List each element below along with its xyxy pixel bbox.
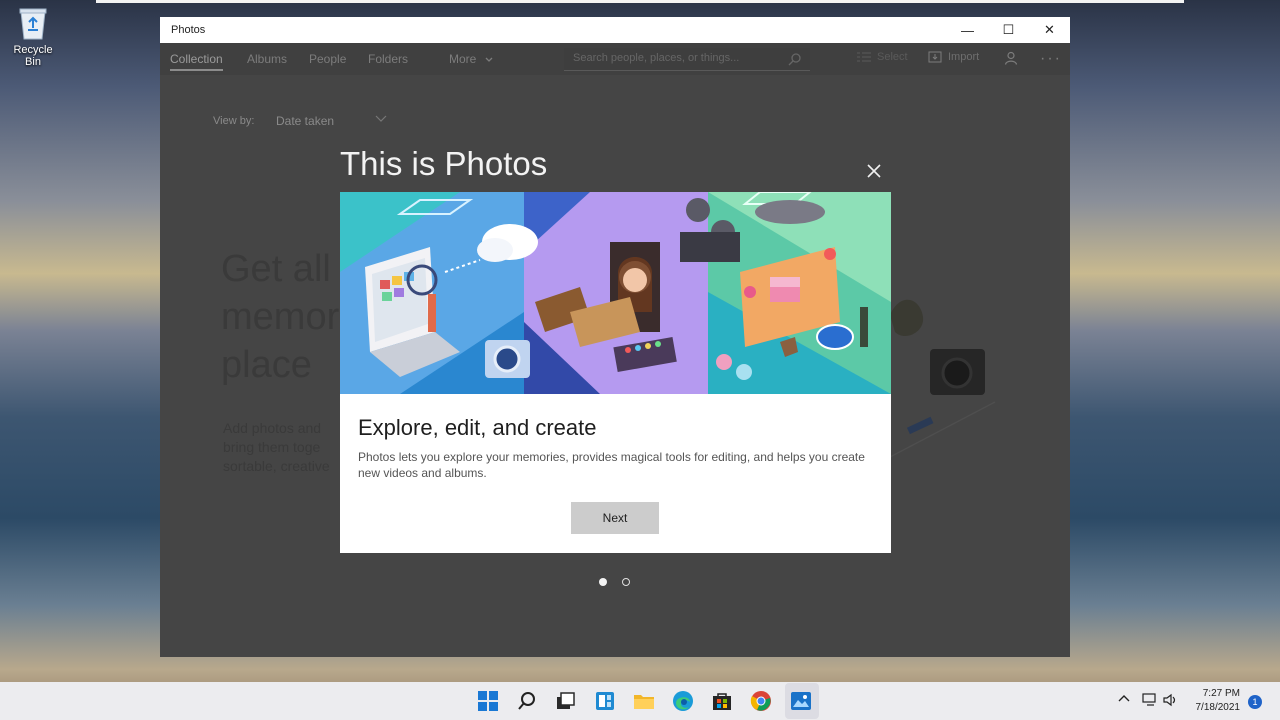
background-illustration: [889, 299, 996, 458]
welcome-dialog: Explore, edit, and create Photos lets yo…: [340, 192, 891, 553]
view-by-dropdown[interactable]: Date taken: [276, 114, 334, 128]
ellipsis-icon: ···: [1040, 50, 1062, 67]
top-strip: [96, 0, 1184, 3]
heading-line: Get all: [221, 248, 331, 290]
close-icon: ✕: [1044, 22, 1055, 37]
chrome-icon[interactable]: [749, 689, 773, 713]
system-clock[interactable]: 7:27 PM 7/18/2021: [1186, 687, 1241, 715]
search-icon: [788, 53, 801, 66]
taskbar: 7:27 PM 7/18/2021 1: [0, 682, 1280, 720]
tab-more-label: More: [449, 52, 477, 66]
select-button[interactable]: Select: [857, 51, 908, 63]
import-button[interactable]: Import: [928, 51, 979, 63]
import-label: Import: [948, 51, 980, 63]
window-title: Photos: [171, 24, 206, 36]
tab-albums[interactable]: Albums: [247, 52, 287, 66]
notification-badge[interactable]: 1: [1248, 695, 1262, 709]
minimize-icon: —: [961, 22, 974, 38]
recycle-bin-shortcut[interactable]: Recycle Bin: [4, 6, 62, 68]
recycle-bin-label: Recycle Bin: [13, 44, 53, 68]
widgets-icon[interactable]: [593, 689, 617, 713]
file-explorer-icon[interactable]: [632, 689, 656, 713]
chevron-down-icon: [485, 57, 493, 62]
maximize-icon: ☐: [1002, 22, 1015, 37]
task-view-icon[interactable]: [554, 689, 578, 713]
dialog-title: This is Photos: [340, 145, 548, 182]
title-bar: Photos — ☐ ✕: [160, 17, 1070, 43]
store-icon[interactable]: [710, 689, 734, 713]
recycle-bin-icon: [18, 6, 48, 40]
select-label: Select: [877, 51, 908, 63]
chevron-up-icon[interactable]: [1118, 693, 1130, 705]
view-by-label: View by:: [213, 115, 255, 127]
heading-line: place: [221, 344, 312, 386]
empty-state-heading: Get all memor place: [221, 245, 341, 389]
minimize-button[interactable]: —: [947, 17, 988, 43]
dialog-heading: Explore, edit, and create: [358, 415, 597, 440]
nav-bar: Collection Albums People Folders More Se…: [160, 43, 1070, 75]
search-icon[interactable]: [515, 689, 539, 713]
network-icon[interactable]: [1142, 693, 1158, 707]
person-icon: [1004, 51, 1018, 65]
dialog-body: Photos lets you explore your memories, p…: [358, 450, 865, 480]
page-indicator-active[interactable]: [599, 578, 607, 586]
tab-more[interactable]: More: [449, 52, 493, 66]
close-button[interactable]: ✕: [1029, 17, 1070, 43]
tab-folders[interactable]: Folders: [368, 52, 408, 66]
heading-line: memor: [221, 296, 340, 338]
para-line: Add photos and: [223, 420, 322, 436]
photos-icon[interactable]: [789, 689, 813, 713]
clock-time: 7:27 PM: [1202, 688, 1240, 699]
page-indicator-inactive[interactable]: [622, 578, 630, 586]
tab-people[interactable]: People: [309, 52, 346, 66]
more-options-button[interactable]: ···: [1040, 50, 1062, 68]
dialog-close-icon[interactable]: [864, 161, 884, 181]
chevron-down-icon: [375, 115, 387, 122]
search-input[interactable]: Search people, places, or things...: [564, 48, 810, 71]
tab-collection[interactable]: Collection: [170, 52, 223, 71]
hero-illustration: [340, 192, 891, 394]
volume-icon[interactable]: [1163, 693, 1179, 707]
edge-icon[interactable]: [671, 689, 695, 713]
select-icon: [857, 52, 871, 62]
next-button[interactable]: Next: [571, 502, 659, 534]
search-placeholder: Search people, places, or things...: [573, 52, 740, 64]
empty-state-text: Add photos and bring them toge sortable,…: [223, 419, 339, 476]
para-line: sortable, creative: [223, 458, 330, 474]
clock-date: 7/18/2021: [1195, 702, 1241, 713]
maximize-button[interactable]: ☐: [988, 17, 1029, 43]
account-button[interactable]: [1004, 51, 1018, 65]
para-line: bring them toge: [223, 439, 321, 455]
import-icon: [928, 51, 942, 63]
start-icon[interactable]: [476, 689, 500, 713]
